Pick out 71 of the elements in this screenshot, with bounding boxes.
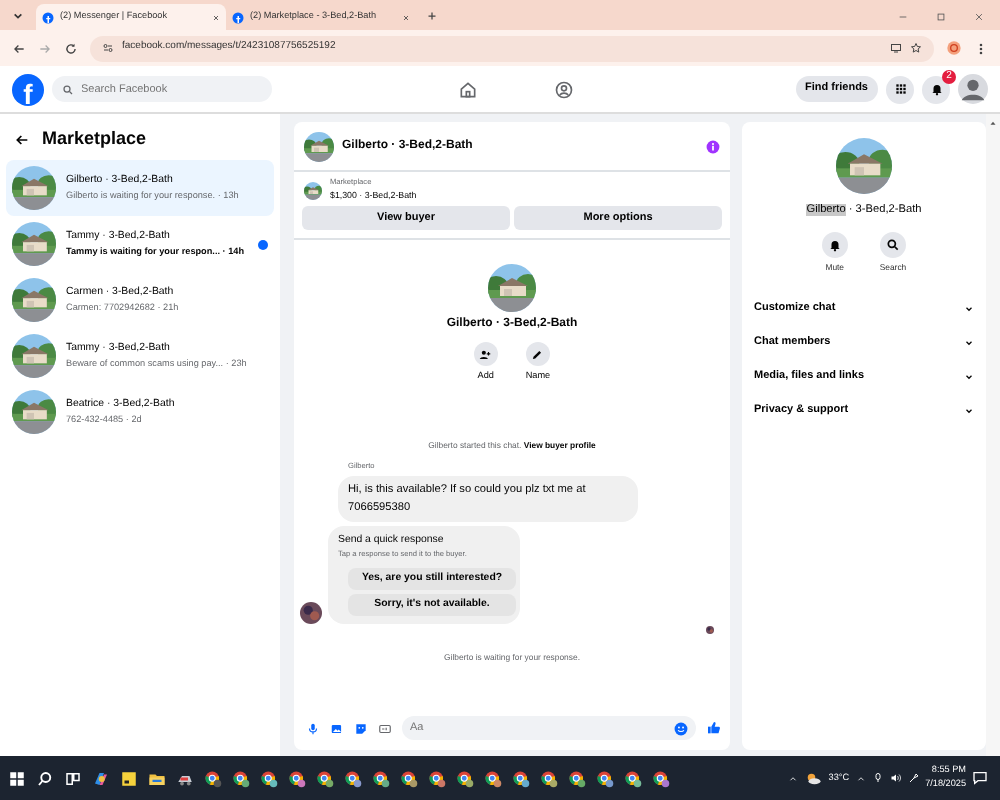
pencil-icon <box>530 347 545 362</box>
chevron-icon <box>964 405 974 416</box>
chevron-icon[interactable] <box>855 773 866 783</box>
apps-button[interactable] <box>886 75 914 103</box>
home-icon[interactable] <box>457 79 477 99</box>
chevron-icon <box>964 303 974 314</box>
chrome-icon[interactable] <box>259 769 277 787</box>
chevron-icon[interactable] <box>788 773 799 783</box>
back-icon[interactable] <box>14 131 30 148</box>
unread-dot <box>258 239 268 250</box>
groups-icon[interactable] <box>553 79 573 99</box>
chrome-icon[interactable] <box>539 769 557 787</box>
add-person-icon <box>478 347 493 362</box>
chrome-icon[interactable] <box>455 769 473 787</box>
copilot-icon[interactable] <box>91 769 109 787</box>
sticky-notes-icon[interactable] <box>119 769 137 787</box>
start-icon[interactable] <box>7 769 25 787</box>
facebook-icon <box>232 11 244 23</box>
chrome-icon[interactable] <box>231 769 249 787</box>
new-tab-icon[interactable] <box>426 10 438 22</box>
star-icon[interactable] <box>910 42 922 54</box>
search-icon[interactable] <box>35 769 53 787</box>
sidebar-title: Marketplace <box>42 126 147 152</box>
chevron-icon <box>964 371 974 382</box>
info-icon[interactable] <box>706 139 720 153</box>
chevron-icon <box>964 337 974 348</box>
back-icon[interactable] <box>12 41 26 55</box>
weather-icon[interactable] <box>804 769 823 787</box>
seen-avatar <box>706 626 714 635</box>
close-icon[interactable] <box>212 13 220 21</box>
gif-icon[interactable] <box>378 721 392 735</box>
search-icon <box>61 83 73 95</box>
chrome-icon[interactable] <box>427 769 445 787</box>
close-icon[interactable] <box>974 12 984 22</box>
site-settings-icon[interactable] <box>102 42 114 54</box>
chrome-icon[interactable] <box>371 769 389 787</box>
close-icon[interactable] <box>402 13 410 21</box>
profile-icon[interactable] <box>946 40 962 56</box>
facebook-icon <box>42 11 54 23</box>
cast-icon[interactable] <box>890 42 902 54</box>
chrome-icon[interactable] <box>399 769 417 787</box>
chrome-icon[interactable] <box>511 769 529 787</box>
account-avatar[interactable] <box>958 74 988 104</box>
maximize-icon[interactable] <box>936 12 946 22</box>
chrome-icon[interactable] <box>315 769 333 787</box>
chrome-icon[interactable] <box>343 769 361 787</box>
reload-icon[interactable] <box>64 41 78 55</box>
grid-icon <box>893 82 907 96</box>
menu-icon[interactable] <box>974 41 988 55</box>
facebook-logo[interactable]: f <box>12 73 44 105</box>
chrome-icon[interactable] <box>203 769 221 787</box>
bell-icon <box>929 82 943 96</box>
chrome-icon[interactable] <box>623 769 641 787</box>
chrome-icon[interactable] <box>651 769 669 787</box>
sticker-icon[interactable] <box>354 721 368 735</box>
chrome-icon[interactable] <box>483 769 501 787</box>
notification-center-icon[interactable] <box>972 770 988 786</box>
microphone-icon[interactable] <box>871 772 884 784</box>
folder-icon[interactable] <box>147 769 165 787</box>
chrome-icon[interactable] <box>567 769 585 787</box>
bell-icon <box>827 238 842 253</box>
emoji-icon[interactable] <box>674 721 688 735</box>
volume-icon[interactable] <box>889 772 902 784</box>
chrome-icon[interactable] <box>595 769 613 787</box>
scroll-up-icon[interactable] <box>988 118 998 128</box>
like-icon[interactable] <box>706 720 722 736</box>
chrome-icon[interactable] <box>287 769 305 787</box>
user-avatar <box>300 602 322 625</box>
image-icon[interactable] <box>330 721 344 735</box>
task-view-icon[interactable] <box>63 769 81 787</box>
search-icon <box>886 238 900 253</box>
